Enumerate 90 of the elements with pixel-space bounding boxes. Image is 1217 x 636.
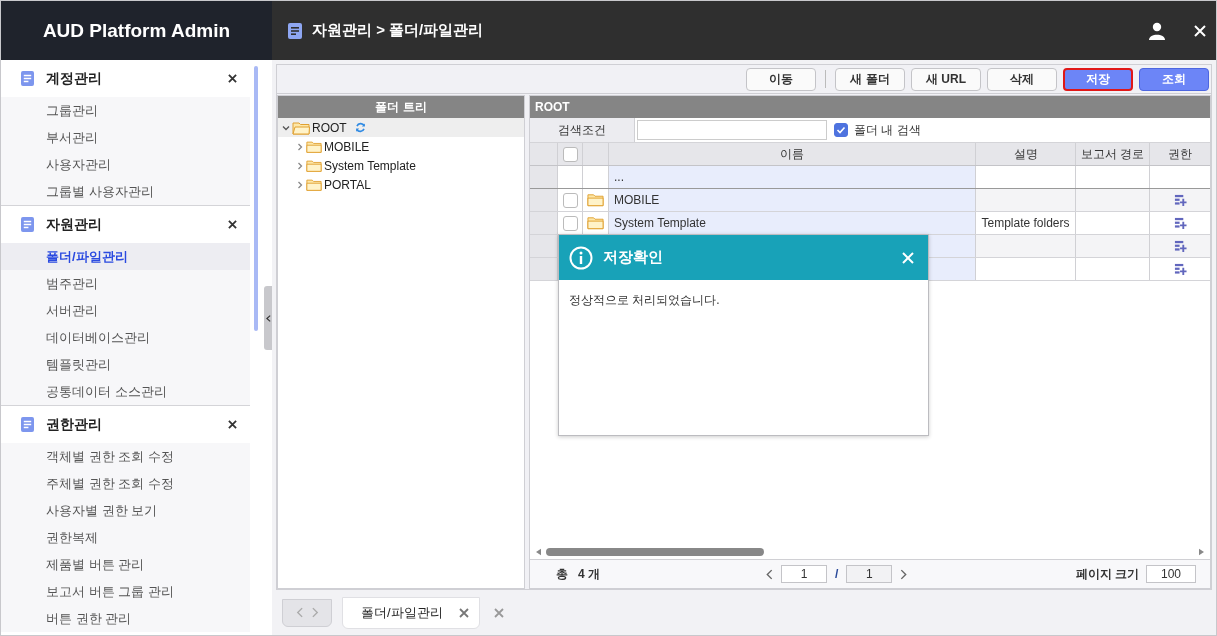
collapse-handle[interactable] — [264, 286, 272, 350]
search-label: 검색조건 — [530, 118, 635, 142]
chevron-left-icon — [295, 607, 303, 618]
document-icon — [21, 71, 34, 86]
menu-item[interactable]: 객체별 권한 조회 수정 — [1, 443, 250, 470]
menu-item[interactable]: 제품별 버튼 관리 — [1, 551, 250, 578]
close-icon[interactable] — [228, 220, 237, 229]
chevron-icon[interactable] — [296, 161, 304, 170]
section-title[interactable]: 권한관리 — [46, 415, 216, 434]
checkbox[interactable] — [562, 146, 578, 162]
dialog-message: 정상적으로 처리되었습니다. — [568, 292, 721, 309]
menu-item[interactable]: 폴더/파일관리 — [1, 243, 250, 270]
menu-item[interactable]: 템플릿관리 — [1, 351, 250, 378]
menu-item[interactable]: 공통데이터 소스관리 — [1, 378, 250, 405]
checkbox[interactable] — [834, 123, 848, 137]
dialog-title: 저장확인 — [603, 248, 664, 267]
table-cell: Template folders — [976, 212, 1076, 234]
menu-item[interactable]: 권한복제 — [1, 524, 250, 551]
page-size-field[interactable]: 100 — [1146, 565, 1196, 583]
section-title[interactable]: 자원관리 — [46, 215, 216, 234]
menu-item[interactable]: 사용자별 권한 보기 — [1, 497, 250, 524]
document-icon — [21, 417, 34, 432]
toolbar-button[interactable]: 이동 — [746, 67, 816, 91]
toolbar-button[interactable]: 삭제 — [987, 67, 1057, 91]
panel-header: ROOT — [530, 96, 1210, 118]
folder-icon — [306, 158, 322, 173]
column-header[interactable]: 이름 — [609, 143, 976, 165]
menu-item[interactable]: 범주관리 — [1, 270, 250, 297]
page-size-label: 페이지 크기 — [1075, 565, 1139, 583]
checkmark-icon — [836, 125, 846, 135]
page-field[interactable]: 1 — [781, 565, 827, 583]
checkbox-label: 폴더 내 검색 — [854, 121, 921, 139]
menu-item[interactable]: 보고서 버튼 그룹 관리 — [1, 578, 250, 605]
search-field[interactable] — [637, 120, 827, 140]
folder-icon — [587, 216, 604, 230]
table-cell: System Template — [609, 212, 976, 234]
chevron-icon[interactable] — [296, 142, 304, 151]
tree-item[interactable]: PORTAL — [324, 177, 371, 192]
panel-header: 폴더 트리 — [278, 96, 524, 118]
tree-item[interactable]: ROOT — [312, 120, 347, 135]
scrollbar-thumb[interactable] — [254, 66, 258, 331]
menu-item[interactable]: 버튼 권한 관리 — [1, 605, 250, 632]
folder-icon — [306, 177, 322, 192]
chevron-icon[interactable] — [296, 180, 304, 189]
next-page-icon[interactable] — [900, 568, 908, 580]
chevron-icon[interactable] — [282, 123, 290, 132]
toolbar-button[interactable]: 새 폴더 — [835, 67, 905, 91]
column-header[interactable]: 권한 — [1150, 143, 1210, 165]
menu-item[interactable]: 주체별 권한 조회 수정 — [1, 470, 250, 497]
column-header[interactable]: 설명 — [976, 143, 1076, 165]
app-title: AUD Platform Admin — [1, 1, 272, 60]
total-count: 총 4 개 — [556, 565, 601, 583]
close-all-icon[interactable] — [493, 607, 504, 618]
scrollbar-thumb[interactable] — [546, 548, 764, 556]
menu-item[interactable]: 서버관리 — [1, 297, 250, 324]
chevron-right-icon — [311, 607, 319, 618]
document-icon — [21, 217, 34, 232]
user-icon[interactable] — [1148, 21, 1166, 40]
tree-item[interactable]: MOBILE — [324, 139, 370, 154]
page-count: 1 — [846, 565, 893, 583]
table-cell: MOBILE — [609, 189, 976, 211]
close-icon[interactable] — [228, 420, 237, 429]
toolbar-button[interactable]: 새 URL — [911, 67, 981, 91]
info-icon — [569, 245, 593, 270]
document-icon — [288, 22, 302, 39]
close-icon[interactable] — [228, 74, 237, 83]
menu-item[interactable]: 부서관리 — [1, 124, 250, 151]
folder-icon — [587, 193, 604, 207]
tree-item[interactable]: System Template — [324, 158, 416, 173]
breadcrumb: 자원관리 > 폴더/파일관리 — [312, 21, 484, 40]
checkbox[interactable] — [562, 192, 578, 208]
menu-item[interactable]: 그룹관리 — [1, 97, 250, 124]
table-cell: ... — [609, 166, 976, 188]
permission-icon[interactable] — [1173, 262, 1187, 276]
permission-icon[interactable] — [1173, 193, 1187, 207]
previous-page-icon[interactable] — [766, 568, 773, 580]
page-separator: / — [835, 567, 839, 581]
folder-icon — [306, 139, 322, 154]
permission-icon[interactable] — [1173, 216, 1187, 230]
checkbox[interactable] — [562, 215, 578, 231]
permission-icon[interactable] — [1173, 239, 1187, 253]
menu-item[interactable]: 데이터베이스관리 — [1, 324, 250, 351]
scroll-right-icon[interactable] — [1199, 548, 1204, 556]
section-title[interactable]: 계정관리 — [46, 69, 216, 88]
column-header[interactable]: 보고서 경로 — [1076, 143, 1150, 165]
folder-icon — [292, 120, 310, 135]
menu-item[interactable]: 사용자관리 — [1, 151, 250, 178]
refresh-icon[interactable] — [354, 122, 366, 133]
scroll-left-icon[interactable] — [536, 548, 541, 556]
menu-item[interactable]: 그룹별 사용자관리 — [1, 178, 250, 205]
